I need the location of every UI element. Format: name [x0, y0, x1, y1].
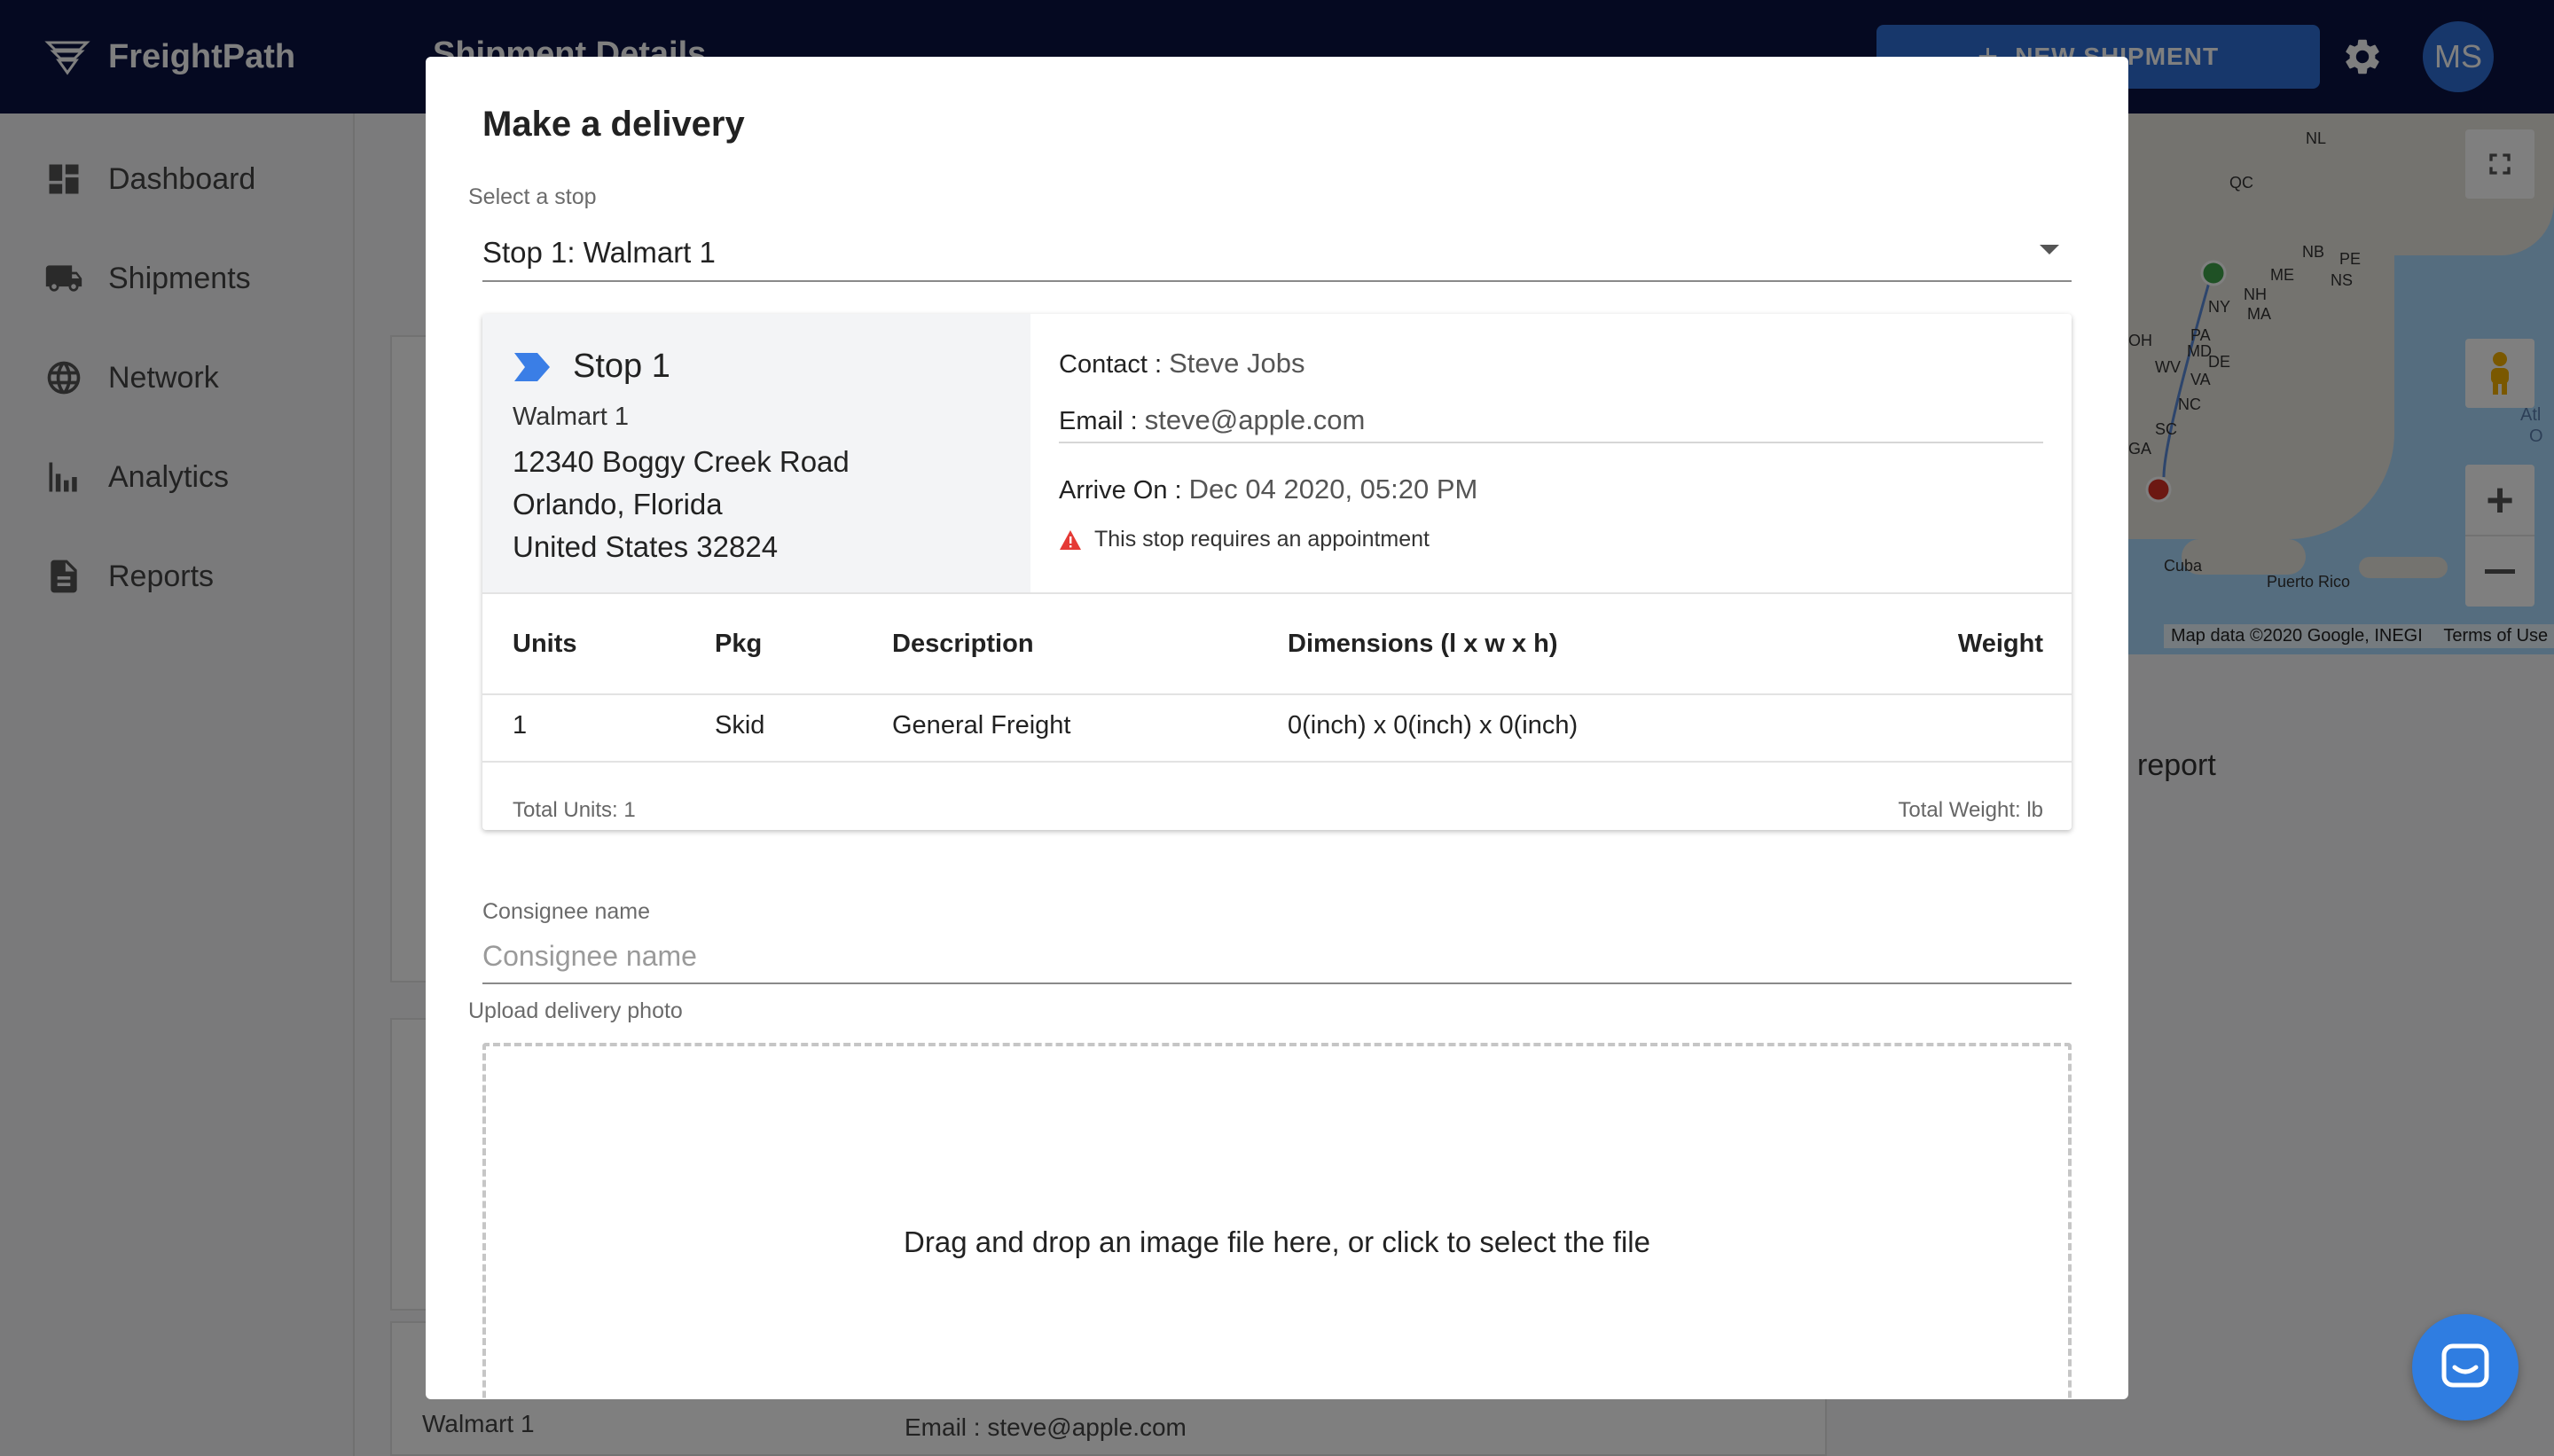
upload-photo-label: Upload delivery photo	[468, 998, 683, 1023]
cell-dimensions: 0(inch) x 0(inch) x 0(inch)	[1288, 711, 1579, 740]
stop-location-name: Walmart 1	[513, 403, 630, 431]
stop-heading-text: Stop 1	[573, 348, 670, 385]
dialog-title: Make a delivery	[482, 105, 745, 144]
stop-details-card: Stop 1 Walmart 1 12340 Boggy Creek Road …	[482, 314, 2072, 830]
table-header: Units Pkg Description Dimensions (l x w …	[482, 592, 2072, 695]
stop-heading: Stop 1	[513, 348, 670, 386]
cell-pkg: Skid	[715, 711, 765, 740]
total-weight: Total Weight: lb	[1898, 798, 2043, 822]
appointment-warning: This stop requires an appointment	[1059, 527, 1430, 552]
arrive-label: Arrive On :	[1059, 476, 1182, 505]
address-line-2: Orlando, Florida	[513, 488, 723, 521]
dropzone-text: Drag and drop an image file here, or cli…	[904, 1225, 1650, 1258]
email-row: Email : steve@apple.com	[1059, 404, 1365, 436]
stop-contact-panel: Contact : Steve Jobs Email : steve@apple…	[1059, 314, 2043, 592]
contact-value: Steve Jobs	[1169, 348, 1305, 379]
consignee-name-input[interactable]	[482, 929, 2072, 984]
col-units: Units	[513, 630, 577, 658]
address-line-3: United States 32824	[513, 530, 779, 563]
arrive-value: Dec 04 2020, 05:20 PM	[1188, 474, 1478, 505]
chevron-down-icon	[2040, 245, 2059, 254]
cell-description: General Freight	[892, 711, 1071, 740]
chat-launcher-button[interactable]	[2412, 1314, 2519, 1421]
divider	[1059, 442, 2043, 443]
stop-address-panel: Stop 1 Walmart 1 12340 Boggy Creek Road …	[482, 314, 1030, 592]
total-units: Total Units: 1	[513, 798, 636, 822]
arrive-row: Arrive On : Dec 04 2020, 05:20 PM	[1059, 474, 1477, 505]
table-row: 1 Skid General Freight 0(inch) x 0(inch)…	[482, 695, 2072, 763]
contact-label: Contact :	[1059, 350, 1163, 379]
warning-icon	[1060, 529, 1081, 550]
col-description: Description	[892, 630, 1034, 658]
photo-dropzone[interactable]: Drag and drop an image file here, or cli…	[482, 1043, 2072, 1399]
make-delivery-dialog: Make a delivery Select a stop Stop 1: Wa…	[426, 57, 2128, 1399]
table-footer: Total Units: 1 Total Weight: lb	[482, 763, 2072, 830]
email-label: Email :	[1059, 407, 1138, 435]
stop-select-value: Stop 1: Walmart 1	[482, 236, 716, 269]
col-pkg: Pkg	[715, 630, 763, 658]
contact-row: Contact : Steve Jobs	[1059, 348, 1305, 380]
col-dimensions: Dimensions (l x w x h)	[1288, 630, 1558, 658]
cell-units: 1	[513, 711, 528, 740]
stop-select[interactable]: Stop 1: Walmart 1	[482, 231, 2072, 282]
warning-text: This stop requires an appointment	[1094, 527, 1430, 552]
consignee-label: Consignee name	[482, 899, 651, 924]
chat-icon	[2441, 1343, 2489, 1388]
select-stop-label: Select a stop	[468, 184, 597, 209]
stop-chevron-icon	[514, 352, 550, 381]
address-line-1: 12340 Boggy Creek Road	[513, 445, 850, 478]
email-value[interactable]: steve@apple.com	[1145, 404, 1366, 435]
col-weight: Weight	[1957, 630, 2043, 658]
